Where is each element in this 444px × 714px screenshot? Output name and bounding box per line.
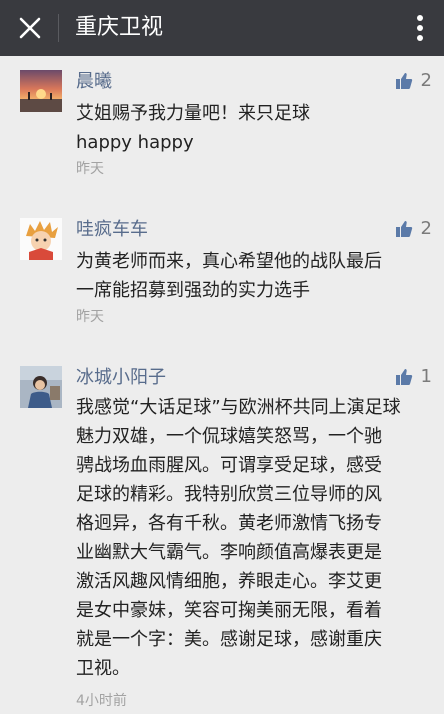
comment-list: 晨曦 2 艾姐赐予我力量吧！来只足球 happy happy 昨天 哇疯车车 2… — [0, 56, 444, 714]
comment-line: 就是一个字：美。感谢足球，感谢重庆 — [76, 629, 382, 650]
comment-line: 足球的精彩。我特别欣赏三位导师的风 — [76, 484, 382, 505]
comment-time: 4小时前 — [76, 693, 127, 709]
comment-line: 魅力双雄，一个侃球嬉笑怒骂，一个驰 — [76, 426, 382, 447]
like-count: 1 — [420, 366, 432, 387]
comments-page: 重庆卫视 晨曦 2 艾姐赐予我力量吧！来只足球 happy happy 昨天 哇… — [0, 0, 444, 714]
comment-item: 晨曦 2 艾姐赐予我力量吧！来只足球 happy happy 昨天 — [0, 56, 444, 204]
cartoon-avatar-image — [20, 218, 62, 260]
more-vertical-icon — [417, 15, 423, 41]
comment-line: 骋战场血雨腥风。可谓享受足球，感受 — [76, 455, 382, 476]
sunset-avatar-image — [20, 70, 62, 112]
close-button[interactable] — [14, 12, 46, 44]
top-bar: 重庆卫视 — [0, 0, 444, 56]
comment-line: 卫视。 — [76, 658, 130, 679]
comment-line: 我感觉“大话足球”与欧洲杯共同上演足球 — [76, 397, 401, 418]
thumbs-up-icon — [395, 221, 412, 237]
avatar[interactable] — [20, 218, 62, 260]
like-button[interactable]: 2 — [395, 70, 432, 92]
thumbs-up-icon — [395, 73, 412, 89]
like-count: 2 — [420, 70, 432, 91]
comment-line: 为黄老师而来，真心希望他的战队最后 — [76, 251, 382, 272]
comment-author[interactable]: 晨曦 — [76, 70, 112, 94]
photo-avatar-image — [20, 366, 62, 408]
page-title: 重庆卫视 — [75, 15, 164, 40]
comment-text: 为黄老师而来，真心希望他的战队最后 一席能招募到强劲的实力选手 — [76, 247, 432, 305]
close-icon — [19, 17, 41, 39]
avatar[interactable] — [20, 366, 62, 408]
comment-line: happy happy — [76, 132, 194, 153]
comment-time: 昨天 — [76, 161, 104, 177]
comment-text: 艾姐赐予我力量吧！来只足球 happy happy — [76, 99, 432, 157]
comment-time: 昨天 — [76, 309, 104, 325]
like-button[interactable]: 2 — [395, 218, 432, 240]
thumbs-up-icon — [395, 369, 412, 385]
comment-line: 是女中豪妹，笑容可掬美丽无限，看着 — [76, 600, 382, 621]
comment-item: 冰城小阳子 1 我感觉“大话足球”与欧洲杯共同上演足球 魅力双雄，一个侃球嬉笑怒… — [0, 352, 444, 714]
comment-line: 业幽默大气霸气。李响颜值高爆表更是 — [76, 542, 382, 563]
comment-item: 哇疯车车 2 为黄老师而来，真心希望他的战队最后 一席能招募到强劲的实力选手 昨… — [0, 204, 444, 352]
comment-line: 一席能招募到强劲的实力选手 — [76, 280, 310, 301]
title-divider — [58, 14, 59, 42]
comment-line: 艾姐赐予我力量吧！来只足球 — [76, 103, 310, 124]
like-count: 2 — [420, 218, 432, 239]
comment-text: 我感觉“大话足球”与欧洲杯共同上演足球 魅力双雄，一个侃球嬉笑怒骂，一个驰 骋战… — [76, 393, 432, 683]
avatar[interactable] — [20, 70, 62, 112]
comment-author[interactable]: 冰城小阳子 — [76, 366, 166, 390]
more-button[interactable] — [406, 10, 434, 46]
comment-line: 格迥异，各有千秋。黄老师激情飞扬专 — [76, 513, 382, 534]
comment-line: 激活风趣风情细胞，养眼走心。李艾更 — [76, 571, 382, 592]
like-button[interactable]: 1 — [395, 366, 432, 388]
comment-author[interactable]: 哇疯车车 — [76, 218, 148, 242]
